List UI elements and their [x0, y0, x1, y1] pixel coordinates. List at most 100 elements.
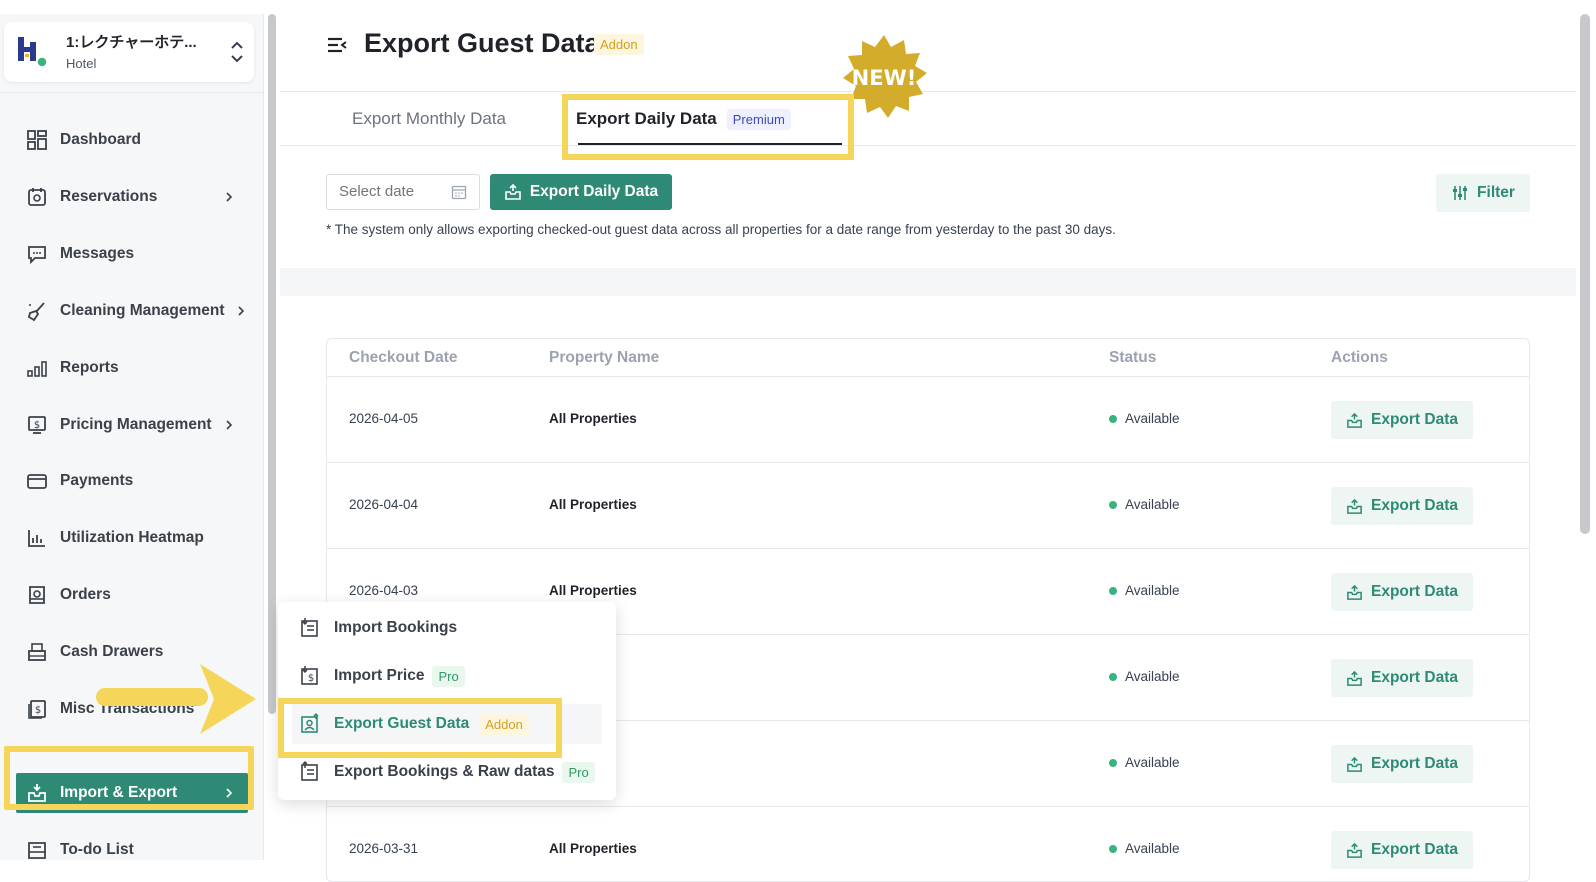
- sidebar-scrollbar[interactable]: [268, 14, 276, 714]
- status-text: Available: [1125, 497, 1180, 512]
- tab-export-monthly-data[interactable]: Export Monthly Data: [352, 92, 506, 146]
- export-data-button[interactable]: Export Data: [1331, 573, 1473, 611]
- export-list-icon: [301, 761, 318, 781]
- menu-item-label: Import Price: [334, 667, 425, 684]
- price-tag-icon: $: [28, 416, 46, 434]
- menu-collapse-icon[interactable]: [326, 34, 348, 56]
- status-dot-icon: [1109, 586, 1117, 595]
- section-divider: [280, 268, 1576, 296]
- menu-item-export-bookings-raw-datas[interactable]: Export Bookings & Raw datas Pro: [292, 752, 602, 792]
- sidebar-item-utilization-heatmap[interactable]: Utilization Heatmap: [16, 518, 248, 558]
- sidebar-item-cleaning-management[interactable]: Cleaning Management: [16, 291, 248, 331]
- sidebar-item-reports[interactable]: Reports: [16, 348, 248, 388]
- filter-icon: [1453, 186, 1468, 200]
- export-data-button[interactable]: Export Data: [1331, 831, 1473, 869]
- sidebar-item-label: Reservations: [60, 188, 158, 205]
- orders-icon: [29, 586, 45, 604]
- filter-button[interactable]: Filter: [1436, 174, 1530, 212]
- table-row: 2026-04-05 All Properties Available Export …: [327, 377, 1529, 463]
- sidebar-item-label: Utilization Heatmap: [60, 529, 204, 546]
- export-daily-data-button[interactable]: Export Daily Data: [490, 174, 672, 210]
- status-text: Available: [1125, 583, 1180, 598]
- menu-item-import-price[interactable]: $ Import Price Pro: [292, 656, 602, 696]
- svg-text:$: $: [35, 705, 41, 716]
- page-title: Export Guest Data: [364, 28, 600, 58]
- export-data-label: Export Data: [1371, 669, 1458, 686]
- checkout-date-cell: 2026-04-03: [349, 583, 419, 598]
- app-window: 1:レクチャーホテ... Hotel Dashboard Reservation…: [0, 0, 1596, 882]
- dollar-doc-icon: $: [28, 700, 46, 719]
- cash-register-icon: [28, 643, 46, 661]
- table-row: 2026-04-04 All Properties Available Export …: [327, 463, 1529, 549]
- sidebar-item-label: Orders: [60, 586, 111, 603]
- status-dot-icon: [1109, 844, 1117, 853]
- sidebar-item-dashboard[interactable]: Dashboard: [16, 120, 248, 160]
- sidebar-item-todo-list[interactable]: To-do List: [16, 830, 248, 870]
- chat-icon: [28, 246, 46, 265]
- filter-label: Filter: [1477, 184, 1515, 201]
- status-dot-icon: [1109, 500, 1117, 509]
- sidebar-item-label: Pricing Management: [60, 416, 212, 433]
- export-icon: [1347, 584, 1362, 600]
- export-icon: [505, 183, 521, 200]
- dashboard-icon: [27, 130, 47, 150]
- table-header: Checkout Date Property Name Status Actio…: [327, 339, 1529, 377]
- svg-text:$: $: [308, 673, 314, 684]
- chevron-right-icon: [238, 306, 245, 316]
- sidebar-item-label: To-do List: [60, 841, 134, 858]
- status-cell: Available: [1109, 583, 1180, 598]
- export-icon: [1347, 670, 1362, 686]
- tab-highlight-box: [562, 94, 854, 160]
- pointer-arrow-icon: [96, 664, 256, 734]
- calendar-icon: [28, 188, 46, 206]
- export-data-label: Export Data: [1371, 841, 1458, 858]
- switch-chevrons-icon[interactable]: [230, 38, 244, 66]
- header-property-name: Property Name: [549, 349, 660, 366]
- export-data-button[interactable]: Export Data: [1331, 745, 1473, 783]
- import-list-icon: [301, 618, 318, 637]
- export-data-label: Export Data: [1371, 497, 1458, 514]
- sidebar-item-label: Cleaning Management: [60, 302, 225, 319]
- status-cell: Available: [1109, 669, 1180, 684]
- status-cell: Available: [1109, 755, 1180, 770]
- menu-item-import-bookings[interactable]: Import Bookings: [292, 608, 602, 648]
- sidebar-item-label: Reports: [60, 359, 119, 376]
- chevron-right-icon: [226, 192, 233, 202]
- status-dot-icon: [1109, 414, 1117, 423]
- header-status: Status: [1109, 349, 1157, 366]
- date-input[interactable]: [339, 183, 449, 200]
- menu-item-label: Export Bookings & Raw datas: [334, 763, 555, 780]
- hotel-switcher[interactable]: 1:レクチャーホテ... Hotel: [4, 22, 254, 82]
- property-name-cell: All Properties: [549, 583, 637, 598]
- menu-item-label: Import Bookings: [334, 619, 458, 636]
- calendar-icon: [451, 185, 467, 200]
- export-data-label: Export Data: [1371, 411, 1458, 428]
- bar-chart-icon: [27, 361, 47, 377]
- page-scrollbar[interactable]: [1580, 14, 1590, 534]
- export-icon: [1347, 498, 1362, 514]
- header-actions: Actions: [1331, 349, 1388, 366]
- property-name-cell: All Properties: [549, 411, 637, 426]
- status-cell: Available: [1109, 841, 1180, 856]
- checkout-date-cell: 2026-04-04: [349, 497, 419, 512]
- sidebar-item-payments[interactable]: Payments: [16, 461, 248, 501]
- sidebar-item-orders[interactable]: Orders: [16, 575, 248, 615]
- export-data-button[interactable]: Export Data: [1331, 487, 1473, 525]
- export-data-button[interactable]: Export Data: [1331, 659, 1473, 697]
- sidebar-item-pricing-management[interactable]: $ Pricing Management: [16, 405, 248, 445]
- export-icon: [1347, 756, 1362, 772]
- sidebar-divider: [0, 92, 264, 93]
- heatmap-icon: [28, 530, 45, 547]
- sidebar-item-reservations[interactable]: Reservations: [16, 177, 248, 217]
- hotel-name: 1:レクチャーホテ...: [66, 34, 197, 51]
- addon-badge: Addon: [594, 34, 644, 55]
- export-icon: [1347, 412, 1362, 428]
- date-picker[interactable]: [326, 174, 480, 210]
- property-name-cell: All Properties: [549, 497, 637, 512]
- sidebar-item-label: Cash Drawers: [60, 643, 164, 660]
- sidebar-item-messages[interactable]: Messages: [16, 234, 248, 274]
- status-text: Available: [1125, 841, 1180, 856]
- export-data-label: Export Data: [1371, 583, 1458, 600]
- export-data-button[interactable]: Export Data: [1331, 401, 1473, 439]
- hotel-logo-icon: [18, 37, 48, 68]
